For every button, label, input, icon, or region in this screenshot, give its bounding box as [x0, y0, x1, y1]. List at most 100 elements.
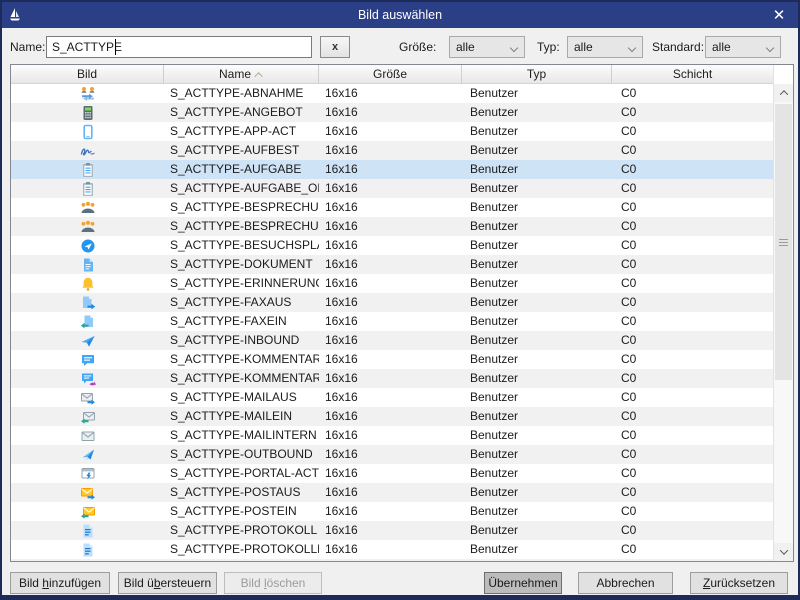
column-header-schicht[interactable]: Schicht: [612, 65, 773, 84]
table-row[interactable]: S_ACTTYPE-ABNAHME16x16BenutzerC0: [11, 84, 773, 103]
sailboat-icon: [2, 7, 28, 23]
cell-size: 16x16: [319, 483, 462, 502]
name-input[interactable]: [46, 36, 312, 58]
cell-type: Benutzer: [462, 445, 612, 464]
table-row[interactable]: S_ACTTYPE-FAXAUS16x16BenutzerC0: [11, 293, 773, 312]
title-bar[interactable]: Bild auswählen ✕: [2, 2, 798, 28]
green-partial-icon: [11, 559, 164, 561]
cell-layer: C0: [612, 236, 773, 255]
cell-size: 16x16: [319, 160, 462, 179]
table-row[interactable]: S_ACTTYPE-AUFGABE16x16BenutzerC0: [11, 160, 773, 179]
column-header-groesse[interactable]: Größe: [319, 65, 462, 84]
clear-filter-button[interactable]: x: [320, 36, 350, 58]
size-select[interactable]: alle: [449, 36, 525, 58]
table-row[interactable]: S_ACTTYPE-POSTEIN16x16BenutzerC0: [11, 502, 773, 521]
table-row[interactable]: S_ACTTYPE-PROTOKOLLE...16x16BenutzerC0: [11, 540, 773, 559]
chevron-down-icon: [766, 44, 774, 52]
cell-size: 16x16: [319, 331, 462, 350]
cell-layer: C0: [612, 274, 773, 293]
cell-layer: C0: [612, 540, 773, 559]
cell-type: Benutzer: [462, 407, 612, 426]
meeting-icon: [11, 217, 164, 236]
cell-type: Benutzer: [462, 521, 612, 540]
apply-button[interactable]: Übernehmen: [484, 572, 562, 594]
vertical-scrollbar[interactable]: [773, 65, 793, 561]
scrollbar-thumb[interactable]: [775, 104, 792, 380]
cell-name: S_ACTTYPE-MAILAUS: [164, 388, 319, 407]
type-select[interactable]: alle: [567, 36, 643, 58]
cell-size: 16x16: [319, 407, 462, 426]
cell-size: [319, 559, 462, 561]
cancel-button[interactable]: Abbrechen: [578, 572, 673, 594]
table-row[interactable]: S_ACTTYPE-MAILEIN16x16BenutzerC0: [11, 407, 773, 426]
cell-size: 16x16: [319, 236, 462, 255]
cell-size: 16x16: [319, 217, 462, 236]
table-row[interactable]: S_ACTTYPE-AUFBEST16x16BenutzerC0: [11, 141, 773, 160]
table-row[interactable]: S_ACTTYPE-KOMMENTAR...16x16BenutzerC0: [11, 369, 773, 388]
smartphone-icon: [11, 122, 164, 141]
paper-plane-tilt-icon: [11, 445, 164, 464]
cell-type: Benutzer: [462, 293, 612, 312]
button-bar: Bild hinzufügen Bild übersteuern Bild lö…: [2, 570, 798, 596]
envelope-yellow-arrow-right-icon: [11, 483, 164, 502]
reset-button[interactable]: Zurücksetzen: [690, 572, 788, 594]
table-row[interactable]: S_ACTTYPE-OUTBOUND16x16BenutzerC0: [11, 445, 773, 464]
table-row[interactable]: S_ACTTYPE-INBOUND16x16BenutzerC0: [11, 331, 773, 350]
cell-size: 16x16: [319, 274, 462, 293]
table-row[interactable]: S_ACTTYPE-ERINNERUNG16x16BenutzerC0: [11, 274, 773, 293]
column-header-typ[interactable]: Typ: [462, 65, 612, 84]
scrollbar-track[interactable]: [774, 102, 793, 543]
standard-select[interactable]: alle: [705, 36, 781, 58]
table-row[interactable]: S_ACTTYPE-BESPRECHUN...16x16BenutzerC0: [11, 217, 773, 236]
table-row[interactable]: S_ACTTYPE-FAXEIN16x16BenutzerC0: [11, 312, 773, 331]
table-row[interactable]: S_ACTTYPE-POSTAUS16x16BenutzerC0: [11, 483, 773, 502]
scroll-up-button[interactable]: [774, 84, 793, 102]
column-header-name[interactable]: Name: [164, 65, 319, 84]
table-row[interactable]: S_ACTTYPE-PORTAL-ACT16x16BenutzerC0: [11, 464, 773, 483]
override-image-button[interactable]: Bild übersteuern: [118, 572, 217, 594]
cell-size: 16x16: [319, 464, 462, 483]
scroll-down-button[interactable]: [774, 543, 793, 561]
cell-name: S_ACTTYPE-PROTOKOLL: [164, 521, 319, 540]
table-row[interactable]: S_ACTTYPE-MAILINTERN16x16BenutzerC0: [11, 426, 773, 445]
name-label: Name:: [10, 40, 45, 54]
table-row[interactable]: S_ACTTYPE-BESUCHSPLA...16x16BenutzerC0: [11, 236, 773, 255]
cell-name: S_ACTTYPE-AUFGABE_OH...: [164, 179, 319, 198]
table-row[interactable]: [11, 559, 773, 561]
cell-name: S_ACTTYPE-DOKUMENT: [164, 255, 319, 274]
close-button[interactable]: ✕: [768, 2, 790, 28]
calculator-icon: [11, 103, 164, 122]
cell-name: S_ACTTYPE-PORTAL-ACT: [164, 464, 319, 483]
cell-name: S_ACTTYPE-BESPRECHUN...: [164, 217, 319, 236]
cell-name: S_ACTTYPE-BESUCHSPLA...: [164, 236, 319, 255]
cell-name: S_ACTTYPE-AUFBEST: [164, 141, 319, 160]
cell-name: [164, 559, 319, 561]
cell-type: Benutzer: [462, 426, 612, 445]
table-row[interactable]: S_ACTTYPE-AUFGABE_OH...16x16BenutzerC0: [11, 179, 773, 198]
cell-size: 16x16: [319, 141, 462, 160]
cell-layer: C0: [612, 426, 773, 445]
size-select-value: alle: [456, 40, 475, 54]
bell-icon: [11, 274, 164, 293]
table-row[interactable]: S_ACTTYPE-PROTOKOLL16x16BenutzerC0: [11, 521, 773, 540]
cell-type: Benutzer: [462, 84, 612, 103]
table-row[interactable]: S_ACTTYPE-DOKUMENT16x16BenutzerC0: [11, 255, 773, 274]
table-row[interactable]: S_ACTTYPE-MAILAUS16x16BenutzerC0: [11, 388, 773, 407]
table-row[interactable]: S_ACTTYPE-KOMMENTAR16x16BenutzerC0: [11, 350, 773, 369]
add-image-button[interactable]: Bild hinzufügen: [10, 572, 110, 594]
cell-size: 16x16: [319, 521, 462, 540]
table-row[interactable]: S_ACTTYPE-BESPRECHUNG16x16BenutzerC0: [11, 198, 773, 217]
cell-size: 16x16: [319, 122, 462, 141]
plane-circle-icon: [11, 236, 164, 255]
standard-label: Standard:: [652, 40, 704, 54]
cell-type: Benutzer: [462, 255, 612, 274]
column-header-bild[interactable]: Bild: [11, 65, 164, 84]
chevron-down-icon: [779, 546, 787, 554]
table-row[interactable]: S_ACTTYPE-APP-ACT16x16BenutzerC0: [11, 122, 773, 141]
cell-size: 16x16: [319, 540, 462, 559]
standard-select-value: alle: [712, 40, 731, 54]
cell-name: S_ACTTYPE-KOMMENTAR: [164, 350, 319, 369]
cell-layer: C0: [612, 445, 773, 464]
table-row[interactable]: S_ACTTYPE-ANGEBOT16x16BenutzerC0: [11, 103, 773, 122]
cell-layer: C0: [612, 160, 773, 179]
